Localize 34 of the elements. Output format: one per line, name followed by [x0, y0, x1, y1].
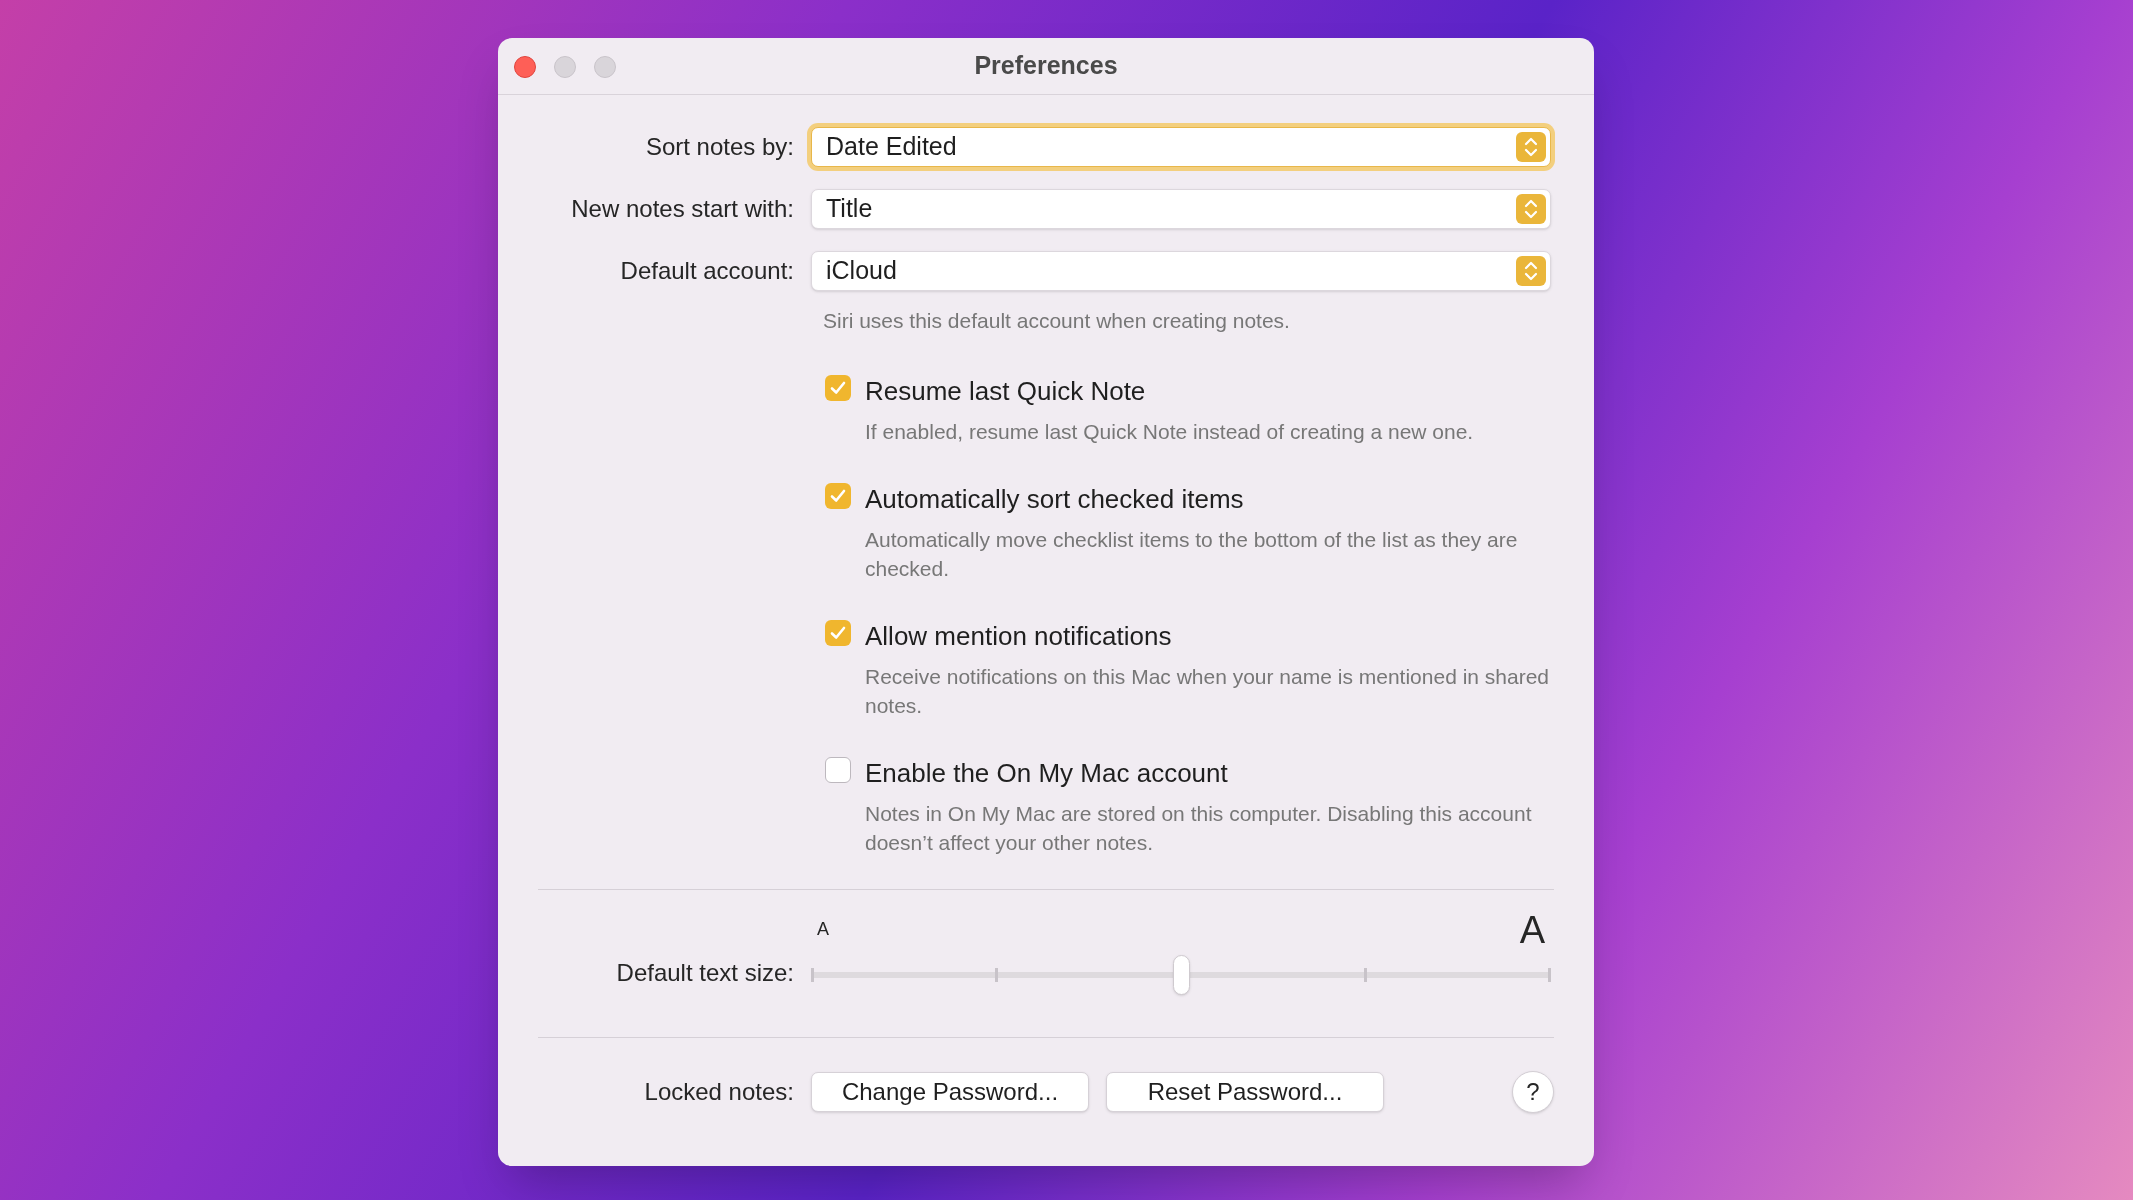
- help-text: Notes in On My Mac are stored on this computer. Disabling this account doesn’t affect your other notes.: [865, 800, 1533, 856]
- help-button[interactable]: ?: [1512, 1070, 1554, 1113]
- checkbox[interactable]: [825, 756, 851, 783]
- slider-thumb[interactable]: [1173, 954, 1190, 995]
- stepper-arrows-icon: [1516, 256, 1546, 286]
- field-label: Default account:: [620, 256, 794, 286]
- checkbox-label: Automatically sort checked items: [865, 482, 1245, 516]
- small-text-glyph: A: [817, 917, 829, 941]
- large-text-glyph: A: [1519, 910, 1545, 949]
- checkbox-label: Allow mention notifications: [865, 619, 1173, 653]
- text-size-slider[interactable]: [811, 954, 1551, 995]
- field-label: Default text size:: [616, 957, 794, 988]
- field-label: Locked notes:: [644, 1076, 794, 1107]
- checkbox-label: Enable the On My Mac account: [865, 756, 1229, 790]
- checkbox-label: Resume last Quick Note: [865, 374, 1147, 408]
- stepper-arrows-icon: [1516, 194, 1546, 224]
- help-text: Automatically move checklist items to the bottom of the list as they are checked.: [865, 526, 1519, 582]
- window-title: Preferences: [974, 50, 1118, 82]
- popup-button[interactable]: Title: [811, 189, 1551, 229]
- password-button[interactable]: Reset Password...: [1106, 1071, 1384, 1112]
- help-text: Siri uses this default account when creating notes.: [822, 308, 1290, 334]
- field-label: New notes start with:: [571, 194, 794, 224]
- checkbox[interactable]: [825, 374, 851, 401]
- close-button[interactable]: [514, 56, 536, 78]
- minimize-button[interactable]: [554, 56, 576, 78]
- zoom-button[interactable]: [594, 56, 616, 78]
- help-text: If enabled, resume last Quick Note instead of creating a new one.: [865, 418, 1475, 445]
- stepper-arrows-icon: [1516, 132, 1546, 162]
- field-label: Sort notes by:: [645, 132, 794, 162]
- checkbox[interactable]: [825, 619, 851, 646]
- popup-button[interactable]: iCloud: [811, 251, 1551, 291]
- checkbox[interactable]: [825, 482, 851, 509]
- help-text: Receive notifications on this Mac when your name is mentioned in shared notes.: [865, 663, 1551, 719]
- password-button[interactable]: Change Password...: [811, 1071, 1089, 1112]
